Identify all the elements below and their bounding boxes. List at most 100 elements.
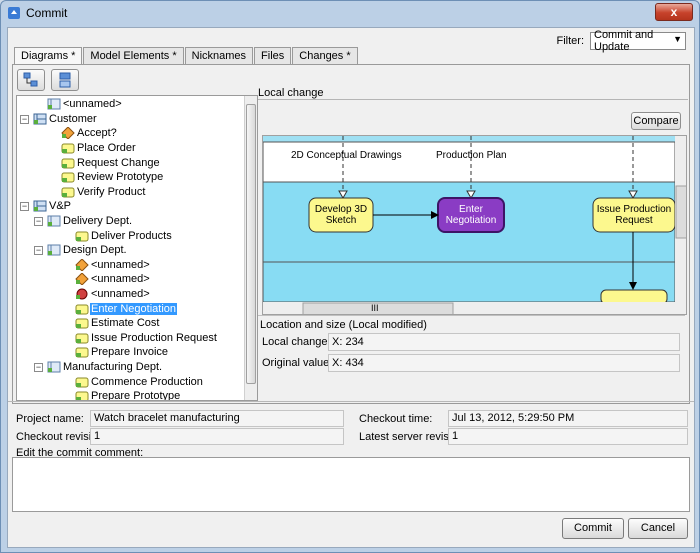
checkout-time-field: Jul 13, 2012, 5:29:50 PM (448, 410, 688, 427)
local-change-field: X: 234 (328, 333, 680, 351)
latest-revision-field: 1 (448, 428, 688, 445)
tree-item[interactable]: − Delivery Dept. (34, 214, 133, 229)
dialog-client: Filter: Commit and Update ▼ Diagrams * M… (7, 27, 695, 548)
local-change-label: Local change: (262, 336, 331, 348)
task-icon (61, 157, 75, 169)
tree-item-label: Issue Production Request (91, 331, 217, 344)
close-button[interactable]: x (655, 3, 693, 21)
tree-collapse-toggle[interactable]: − (34, 362, 43, 372)
task-icon (75, 303, 89, 315)
tab-model-elements[interactable]: Model Elements * (83, 47, 184, 64)
cancel-button[interactable]: Cancel (628, 518, 688, 539)
commit-comment-input[interactable] (12, 457, 690, 512)
original-value-field: X: 434 (328, 354, 680, 372)
pane-divider (258, 99, 688, 100)
tree-item-label: Prepare Invoice (91, 346, 169, 359)
tab-files[interactable]: Files (254, 47, 292, 64)
task-icon (75, 346, 89, 358)
tree-item-label: Design Dept. (63, 244, 127, 257)
footer-separator (8, 401, 694, 402)
tree-item[interactable]: Prepare Prototype (75, 389, 181, 400)
filter-label: Filter: (556, 35, 585, 47)
tree-item-label: <unnamed> (63, 98, 122, 111)
tree-scroll-thumb[interactable] (246, 104, 256, 384)
project-name-label: Project name: (16, 413, 84, 425)
diagram-preview[interactable]: 2D Conceptual Drawings Production Plan D… (262, 135, 687, 315)
tree-item[interactable]: Enter Negotiation (75, 301, 177, 316)
tree-item-label: Manufacturing Dept. (63, 361, 163, 374)
gateway-icon (61, 126, 75, 141)
commit-window: Commit x Filter: Commit and Update ▼ Dia… (0, 0, 700, 553)
tree-item-label: Commence Production (91, 375, 203, 388)
chevron-down-icon: ▼ (673, 34, 682, 44)
title-bar[interactable]: Commit x (1, 1, 699, 25)
tree-item-label: Place Order (77, 142, 136, 155)
filter-value: Commit and Update (594, 29, 654, 53)
diagrams-tab-panel: <unnamed> − Customer Accept? Place Order Requ… (12, 64, 690, 404)
diagram-element-tree[interactable]: <unnamed> − Customer Accept? Place Order Requ… (16, 95, 258, 401)
tree-item[interactable]: <unnamed> (75, 272, 151, 287)
tree-item-label: <unnamed> (91, 258, 150, 271)
tree-item[interactable]: − Design Dept. (34, 243, 128, 258)
tree-collapse-toggle[interactable]: − (34, 216, 43, 226)
tree-item[interactable]: <unnamed> (47, 97, 123, 112)
tree-item[interactable]: − V&P (20, 199, 72, 214)
task-label-enter-negotiation: Enter Negotiation (445, 204, 497, 226)
tree-collapse-toggle[interactable]: − (20, 202, 29, 212)
tree-item[interactable]: Deliver Products (75, 228, 173, 243)
location-size-panel: Location and size (Local modified) Local… (258, 315, 685, 399)
tree-item[interactable]: Accept? (61, 126, 118, 141)
tree-item[interactable]: Place Order (61, 141, 137, 156)
task-icon (75, 317, 89, 329)
tree-item[interactable]: − Manufacturing Dept. (34, 360, 163, 375)
tree-item[interactable]: <unnamed> (75, 287, 151, 302)
tree-item-label: Customer (49, 112, 97, 125)
tree-item-label: Request Change (77, 156, 160, 169)
filter-group: Filter: Commit and Update ▼ (556, 29, 686, 53)
tree-item[interactable]: Review Prototype (61, 170, 164, 185)
tree-vertical-scrollbar[interactable] (244, 96, 257, 400)
tree-item[interactable]: Request Change (61, 155, 161, 170)
tree-item[interactable]: Estimate Cost (75, 316, 160, 331)
tree-item-label: Verify Product (77, 185, 146, 198)
tab-diagrams[interactable]: Diagrams * (14, 47, 83, 65)
tree-item-label: Enter Negotiation (90, 302, 177, 315)
tree-item[interactable]: Commence Production (75, 374, 204, 389)
checkout-revision-field: 1 (90, 428, 344, 445)
filter-select[interactable]: Commit and Update ▼ (590, 29, 686, 53)
tree-collapse-toggle[interactable]: − (20, 114, 29, 124)
tree-item[interactable]: Verify Product (61, 185, 146, 200)
tree-item[interactable]: Issue Production Request (75, 331, 218, 346)
tab-changes[interactable]: Changes * (292, 47, 358, 64)
task-icon (61, 186, 75, 198)
lane-icon (47, 215, 61, 227)
gateway-icon (75, 272, 89, 287)
tree-item-label: <unnamed> (91, 288, 150, 301)
task-label-issue-production-request: Issue Production Request (596, 204, 672, 226)
compare-button[interactable]: Compare (631, 112, 681, 130)
lane-icon (47, 361, 61, 373)
original-value-label: Original value: (262, 357, 333, 369)
local-change-row: Local change: (262, 336, 331, 348)
diagram-label-production-plan: Production Plan (436, 150, 507, 161)
task-icon (61, 171, 75, 183)
tree-collapse-toggle[interactable]: − (34, 246, 43, 255)
gateway-icon (75, 258, 89, 272)
checkout-time-label: Checkout time: (359, 413, 433, 425)
local-change-title: Local change (258, 87, 324, 99)
commit-button[interactable]: Commit (562, 518, 624, 539)
collapse-all-button[interactable] (51, 69, 79, 91)
tab-nicknames[interactable]: Nicknames (184, 47, 254, 64)
lane-icon (47, 244, 61, 256)
tree-item[interactable]: − Customer (20, 112, 98, 127)
pool-icon (33, 113, 47, 125)
task-icon (75, 376, 89, 388)
tree-item[interactable]: <unnamed> (75, 258, 151, 273)
scrollbar-grip: III (371, 303, 379, 313)
project-name-field: Watch bracelet manufacturing (90, 410, 344, 427)
tree-item[interactable]: Prepare Invoice (75, 345, 169, 360)
app-icon (8, 7, 20, 19)
task-label-develop-3d-sketch: Develop 3D Sketch (314, 204, 368, 226)
tree-item-label: V&P (49, 200, 72, 213)
expand-all-button[interactable] (17, 69, 45, 91)
